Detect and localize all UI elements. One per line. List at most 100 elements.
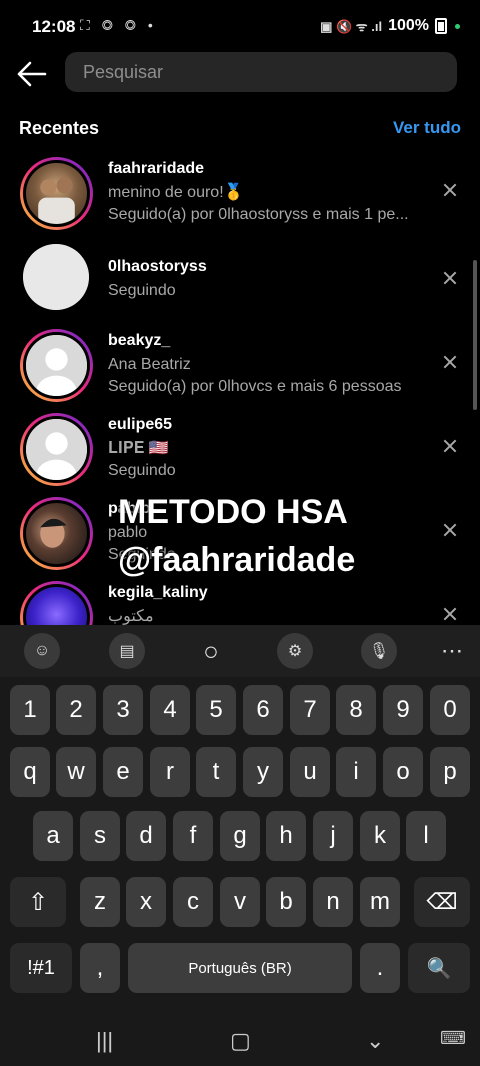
key-q[interactable]: q xyxy=(10,747,50,797)
key-d[interactable]: d xyxy=(126,811,166,861)
key-f[interactable]: f xyxy=(173,811,213,861)
settings-icon[interactable]: ⚙ xyxy=(277,633,313,669)
key-2[interactable]: 2 xyxy=(56,685,96,735)
backspace-key[interactable]: ⌫ xyxy=(414,877,470,927)
key-g[interactable]: g xyxy=(220,811,260,861)
comma-key[interactable]: , xyxy=(80,943,120,993)
key-a[interactable]: a xyxy=(33,811,73,861)
key-8[interactable]: 8 xyxy=(336,685,376,735)
watermark-overlay: METODO HSA @faahraridade xyxy=(118,488,355,584)
clock: 12:08 xyxy=(32,17,76,36)
key-h[interactable]: h xyxy=(266,811,306,861)
key-0[interactable]: 0 xyxy=(430,685,470,735)
key-r[interactable]: r xyxy=(150,747,190,797)
key-t[interactable]: t xyxy=(196,747,236,797)
item-text: beakyz_ Ana Beatriz Seguido(a) por 0lhov… xyxy=(108,332,420,398)
shift-key[interactable]: ⇧ xyxy=(10,877,66,927)
follow-info: Seguido(a) por 0lhaostoryss e mais 1 pe.… xyxy=(108,206,409,223)
full-name: Ana Beatriz xyxy=(108,356,191,373)
battery-percent: 100% xyxy=(388,17,429,34)
avatar[interactable] xyxy=(20,157,93,230)
home-icon[interactable]: ▢ xyxy=(230,1028,251,1054)
list-item[interactable]: eulipe65 𝐋𝐈𝐏𝐄 🇺🇸 Seguindo xyxy=(0,408,480,492)
key-l[interactable]: l xyxy=(406,811,446,861)
username: 0lhaostoryss xyxy=(108,258,207,275)
symbols-key[interactable]: !#1 xyxy=(10,943,72,993)
battery-icon xyxy=(435,18,447,34)
list-item[interactable]: faahraridade menino de ouro!🥇 Seguido(a)… xyxy=(0,152,480,236)
recent-apps-icon[interactable]: ||| xyxy=(96,1028,113,1054)
key-j[interactable]: j xyxy=(313,811,353,861)
scrollbar[interactable] xyxy=(473,260,477,410)
keyboard-toolbar: ☺ ▤ ○ ⚙ 🎙 ⋯ xyxy=(0,625,480,677)
key-n[interactable]: n xyxy=(313,877,353,927)
key-o[interactable]: o xyxy=(383,747,423,797)
key-y[interactable]: y xyxy=(243,747,283,797)
remove-icon[interactable] xyxy=(442,270,458,286)
key-c[interactable]: c xyxy=(173,877,213,927)
key-5[interactable]: 5 xyxy=(196,685,236,735)
key-1[interactable]: 1 xyxy=(10,685,50,735)
username: beakyz_ xyxy=(108,332,171,349)
status-right: ▣ 🔇 ᯤ .ıl 100% xyxy=(320,17,460,35)
remove-icon[interactable] xyxy=(442,606,458,622)
recent-title: Recentes xyxy=(19,118,100,138)
remove-icon[interactable] xyxy=(442,354,458,370)
avatar[interactable] xyxy=(20,581,93,625)
key-p[interactable]: p xyxy=(430,747,470,797)
username: faahraridade xyxy=(108,160,205,177)
overlay-line-1: METODO HSA xyxy=(118,493,348,531)
key-m[interactable]: m xyxy=(360,877,400,927)
key-x[interactable]: x xyxy=(126,877,166,927)
username: eulipe65 xyxy=(108,416,173,433)
remove-icon[interactable] xyxy=(442,182,458,198)
key-3[interactable]: 3 xyxy=(103,685,143,735)
avatar[interactable] xyxy=(20,329,93,402)
list-item[interactable]: 0lhaostoryss Seguindo xyxy=(0,240,480,324)
key-e[interactable]: e xyxy=(103,747,143,797)
keyboard-icon[interactable]: ⌨ xyxy=(440,1028,466,1049)
list-item[interactable]: beakyz_ Ana Beatriz Seguido(a) por 0lhov… xyxy=(0,324,480,408)
item-text: kegila_kaliny مكتوب xyxy=(108,584,420,625)
key-7[interactable]: 7 xyxy=(290,685,330,735)
back-arrow-icon[interactable] xyxy=(16,60,48,88)
key-z[interactable]: z xyxy=(80,877,120,927)
see-all-link[interactable]: Ver tudo xyxy=(393,118,461,138)
navigation-bar: ||| ▢ ⌄ ⌨ xyxy=(0,1016,480,1066)
key-u[interactable]: u xyxy=(290,747,330,797)
recent-header: Recentes Ver tudo xyxy=(19,118,461,142)
emoji-icon[interactable]: ☺ xyxy=(24,633,60,669)
privacy-dot-icon xyxy=(455,23,460,29)
avatar[interactable] xyxy=(20,413,93,486)
full-name: مكتوب xyxy=(108,608,154,625)
status-bar: 12:08 ⛶ ◎ ◎ • ▣ 🔇 ᯤ .ıl 100% xyxy=(0,0,480,52)
search-key-icon[interactable]: 🔍 xyxy=(408,943,470,993)
system-icons: ▣ 🔇 ᯤ .ıl xyxy=(320,19,383,34)
key-w[interactable]: w xyxy=(56,747,96,797)
clipboard-icon[interactable]: ▤ xyxy=(109,633,145,669)
search-row xyxy=(0,52,480,92)
key-4[interactable]: 4 xyxy=(150,685,190,735)
key-v[interactable]: v xyxy=(220,877,260,927)
key-9[interactable]: 9 xyxy=(383,685,423,735)
space-key[interactable]: Português (BR) xyxy=(128,943,352,993)
key-k[interactable]: k xyxy=(360,811,400,861)
key-s[interactable]: s xyxy=(80,811,120,861)
key-6[interactable]: 6 xyxy=(243,685,283,735)
search-input[interactable] xyxy=(65,52,457,92)
key-b[interactable]: b xyxy=(266,877,306,927)
item-text: faahraridade menino de ouro!🥇 Seguido(a)… xyxy=(108,160,420,226)
overlay-line-2: @faahraridade xyxy=(118,541,356,579)
avatar[interactable] xyxy=(20,497,93,570)
more-icon[interactable]: ⋯ xyxy=(434,633,470,669)
microphone-icon[interactable]: 🎙 xyxy=(361,633,397,669)
key-i[interactable]: i xyxy=(336,747,376,797)
circle-icon[interactable]: ○ xyxy=(193,633,229,669)
avatar[interactable] xyxy=(23,244,89,310)
follow-info: Seguindo xyxy=(108,282,176,299)
remove-icon[interactable] xyxy=(442,438,458,454)
back-chevron-icon[interactable]: ⌄ xyxy=(366,1028,384,1054)
follow-info: Seguindo xyxy=(108,462,176,479)
remove-icon[interactable] xyxy=(442,522,458,538)
period-key[interactable]: . xyxy=(360,943,400,993)
